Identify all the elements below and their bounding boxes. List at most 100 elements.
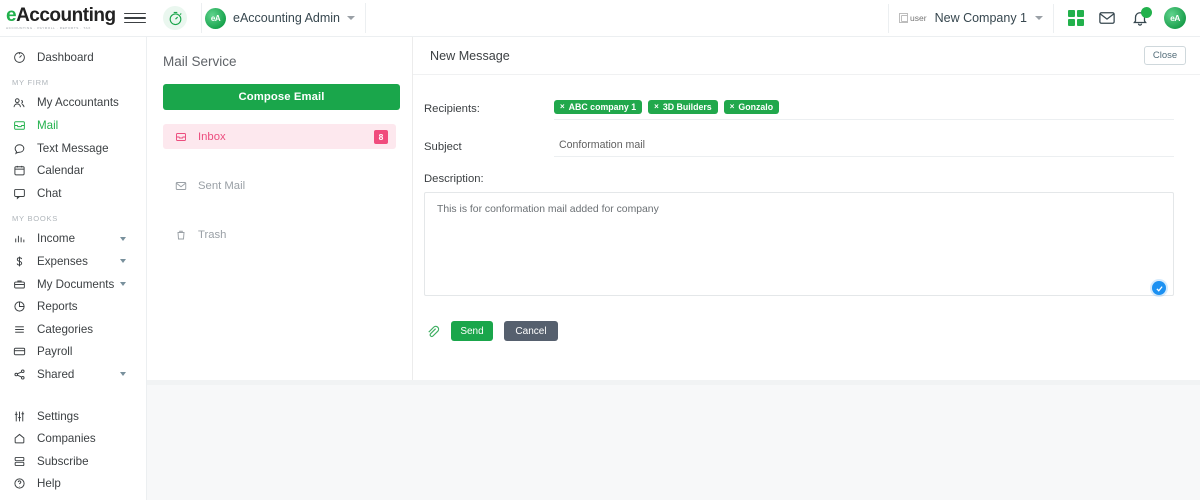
sidebar-item-label: Shared [37, 367, 75, 381]
subject-row: Subject [424, 136, 1174, 157]
sidebar-item-help[interactable]: Help [0, 473, 146, 496]
chevron-down-icon[interactable] [120, 236, 126, 241]
mail-folder-inbox[interactable]: Inbox 8 [163, 124, 396, 149]
app-logo[interactable]: eAccounting accounting · payroll · repor… [6, 6, 116, 30]
cancel-button[interactable]: Cancel [504, 321, 558, 341]
sidebar-item-reports[interactable]: Reports [0, 295, 146, 318]
company-label: New Company 1 [934, 11, 1027, 25]
sidebar-item-label: My Accountants [37, 96, 119, 110]
chevron-down-icon[interactable] [120, 372, 126, 377]
broken-image-alt: user [910, 13, 927, 23]
chevron-down-icon[interactable] [120, 259, 126, 264]
recipient-name: ABC company 1 [568, 101, 637, 112]
chevron-down-icon[interactable] [120, 282, 126, 287]
sidebar-item-label: Dashboard [37, 50, 94, 64]
stopwatch-icon[interactable] [163, 6, 187, 30]
avatar[interactable]: eA [1164, 7, 1186, 29]
chevron-down-icon[interactable] [1035, 16, 1043, 20]
chat-bubble-icon [12, 141, 26, 155]
mail-folder-trash[interactable]: Trash [163, 222, 396, 247]
sidebar-item-expenses[interactable]: Expenses [0, 250, 146, 273]
sidebar-item-shared[interactable]: Shared [0, 363, 146, 386]
new-message-panel: New Message Close Recipients: × ABC comp… [413, 37, 1200, 385]
description-label: Description: [424, 173, 484, 185]
chevron-down-icon[interactable] [347, 16, 356, 20]
sidebar-item-text-message[interactable]: Text Message [0, 137, 146, 160]
sidebar-item-categories[interactable]: Categories [0, 318, 146, 341]
recipient-chip[interactable]: × ABC company 1 [554, 99, 643, 114]
send-button[interactable]: Send [451, 321, 493, 341]
company-selector[interactable]: user New Company 1 [888, 3, 1054, 33]
recipients-label: Recipients: [424, 103, 480, 115]
sidebar-item-dashboard[interactable]: Dashboard [0, 46, 146, 69]
sidebar: Dashboard MY FIRM My Accountants Mail Te… [0, 37, 147, 500]
sidebar-item-label: Text Message [37, 141, 109, 155]
description-input[interactable] [424, 192, 1174, 296]
envelope-icon[interactable] [1098, 9, 1116, 27]
mail-folder-label: Inbox [198, 130, 226, 143]
admin-avatar: eA [205, 7, 226, 29]
recipients-input[interactable]: × ABC company 1 × 3D Builders × Gonzalo [554, 98, 1174, 120]
close-icon[interactable]: × [654, 102, 659, 111]
sidebar-item-label: Payroll [37, 345, 73, 359]
sidebar-item-income[interactable]: Income [0, 228, 146, 251]
new-message-form: Recipients: × ABC company 1 × 3D Builder… [413, 75, 1200, 157]
sidebar-item-label: Calendar [37, 164, 85, 178]
subject-label: Subject [424, 141, 462, 153]
sidebar-section-my-books: MY BOOKS [12, 213, 58, 223]
new-message-header: New Message Close [413, 37, 1200, 75]
recipients-row: Recipients: × ABC company 1 × 3D Builder… [424, 98, 1174, 120]
subject-input[interactable] [554, 136, 1174, 157]
sidebar-item-calendar[interactable]: Calendar [0, 159, 146, 182]
sidebar-item-companies[interactable]: Companies [0, 427, 146, 450]
recipient-chip[interactable]: × 3D Builders [648, 99, 718, 114]
status-badge: 8 [374, 129, 388, 144]
sidebar-item-settings[interactable]: Settings [0, 405, 146, 428]
admin-account-selector[interactable]: eA eAccounting Admin [201, 3, 367, 33]
mail-folder-label: Trash [198, 228, 227, 241]
sidebar-item-payroll[interactable]: Payroll [0, 341, 146, 364]
check-circle-icon[interactable] [1152, 281, 1166, 295]
trash-icon [174, 228, 187, 241]
logo-tagline: accounting · payroll · reports · tax [6, 25, 91, 30]
briefcase-icon [12, 277, 26, 291]
close-button[interactable]: Close [1144, 46, 1186, 65]
admin-label: eAccounting Admin [233, 11, 341, 25]
sidebar-item-label: Help [37, 477, 61, 491]
pie-chart-icon [12, 300, 26, 314]
close-icon[interactable]: × [730, 102, 735, 111]
logo-letter-e: e [6, 4, 17, 26]
sidebar-item-label: Subscribe [37, 454, 89, 468]
sidebar-item-my-documents[interactable]: My Documents [0, 273, 146, 296]
sidebar-item-my-accountants[interactable]: My Accountants [0, 92, 146, 115]
list-icon [12, 322, 26, 336]
sliders-icon [12, 409, 26, 423]
logo-text: Accounting [16, 4, 116, 26]
chat-icon [12, 186, 26, 200]
sidebar-item-mail[interactable]: Mail [0, 114, 146, 137]
recipient-chip[interactable]: × Gonzalo [723, 99, 780, 114]
page-body: Mail Service Compose Email Inbox 8 Sent … [147, 37, 1200, 500]
new-message-title: New Message [430, 48, 510, 63]
inbox-icon [174, 130, 187, 143]
sidebar-section-my-firm: MY FIRM [12, 77, 49, 87]
bar-chart-icon [12, 232, 26, 246]
compose-email-button[interactable]: Compose Email [163, 84, 400, 110]
description-wrapper [413, 192, 1200, 301]
share-icon [12, 367, 26, 381]
sidebar-item-label: Categories [37, 322, 94, 336]
sidebar-item-subscribe[interactable]: Subscribe [0, 450, 146, 473]
hamburger-icon[interactable] [123, 7, 146, 29]
users-icon [12, 96, 26, 110]
bell-icon[interactable] [1130, 7, 1152, 28]
logo-wordmark: eAccounting [6, 6, 116, 25]
sidebar-item-chat[interactable]: Chat [0, 182, 146, 205]
dashboard-icon [12, 50, 26, 64]
sidebar-item-label: Chat [37, 186, 62, 200]
recipient-name: Gonzalo [738, 101, 774, 112]
grid-apps-icon[interactable] [1068, 10, 1084, 26]
mail-folder-sent-mail[interactable]: Sent Mail [163, 173, 396, 198]
close-icon[interactable]: × [560, 102, 565, 111]
paperclip-icon[interactable] [424, 323, 440, 339]
message-actions: Send Cancel [413, 301, 1200, 341]
